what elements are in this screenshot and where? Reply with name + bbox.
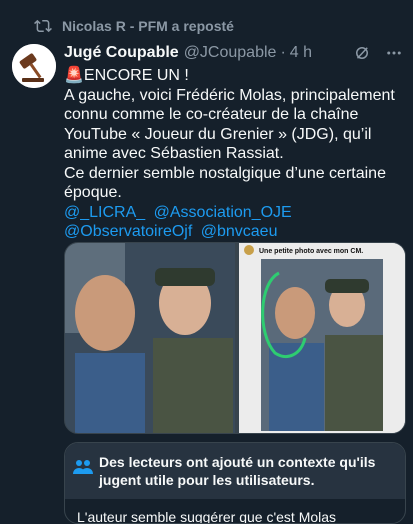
mention-link[interactable]: @bnvcaeu bbox=[201, 223, 278, 240]
display-name[interactable]: Jugé Coupable bbox=[64, 44, 179, 62]
repost-icon bbox=[34, 19, 52, 33]
mention-link[interactable]: @ObservatoireOjf bbox=[64, 223, 192, 240]
screenshot-caption: Une petite photo avec mon CM. bbox=[259, 248, 363, 255]
handle[interactable]: @JCoupable bbox=[184, 44, 277, 62]
post-time[interactable]: 4 h bbox=[290, 44, 312, 62]
header-actions bbox=[353, 44, 403, 62]
photo-illustration bbox=[65, 243, 235, 433]
mention-link[interactable]: @_LICRA_ bbox=[64, 204, 145, 221]
mentions: @_LICRA_ @Association_OJE @ObservatoireO… bbox=[64, 203, 406, 242]
siren-emoji: 🚨 bbox=[64, 67, 84, 84]
people-icon bbox=[73, 460, 93, 474]
photo-selfie[interactable] bbox=[65, 243, 235, 433]
mention-link[interactable]: @Association_OJE bbox=[154, 204, 292, 221]
post-paragraph-1: A gauche, voici Frédéric Molas, principa… bbox=[64, 86, 395, 163]
photo-screenshot[interactable]: Une petite photo avec mon CM. bbox=[239, 243, 405, 433]
post-body: 🚨ENCORE UN ! A gauche, voici Frédéric Mo… bbox=[64, 66, 406, 242]
community-note-title: Des lecteurs ont ajouté un contexte qu'i… bbox=[99, 454, 376, 488]
separator-dot: · bbox=[280, 44, 286, 61]
repost-text: Nicolas R - PFM a reposté bbox=[62, 18, 234, 34]
gavel-icon bbox=[12, 44, 56, 88]
media-grid: Une petite photo avec mon CM. bbox=[64, 242, 406, 434]
post-headline: 🚨ENCORE UN ! bbox=[64, 67, 189, 84]
grok-icon[interactable] bbox=[353, 44, 371, 62]
avatar[interactable] bbox=[12, 44, 56, 88]
post-header: Jugé Coupable @JCoupable · 4 h bbox=[64, 42, 403, 64]
repost-header[interactable]: Nicolas R - PFM a reposté bbox=[34, 14, 234, 38]
more-options-icon[interactable] bbox=[385, 44, 403, 62]
post-paragraph-2: Ce dernier semble nostalgique d’une cert… bbox=[64, 164, 386, 202]
community-note-header: Des lecteurs ont ajouté un contexte qu'i… bbox=[65, 443, 405, 499]
